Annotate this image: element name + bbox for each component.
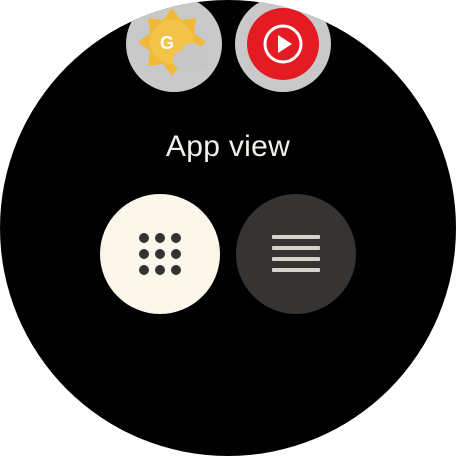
google-weather-app[interactable]: G <box>126 0 222 92</box>
page-title: App view <box>165 130 291 163</box>
list-view-button[interactable] <box>236 194 356 314</box>
list-icon <box>272 235 320 272</box>
grid-icon <box>139 233 181 275</box>
grid-view-button[interactable] <box>100 194 220 314</box>
youtube-music-app[interactable] <box>235 0 331 92</box>
google-weather-icon: G <box>138 8 210 76</box>
weather-badge-letter: G <box>160 33 174 53</box>
youtube-music-icon <box>247 8 319 80</box>
watch-screen: G App view <box>0 0 456 456</box>
